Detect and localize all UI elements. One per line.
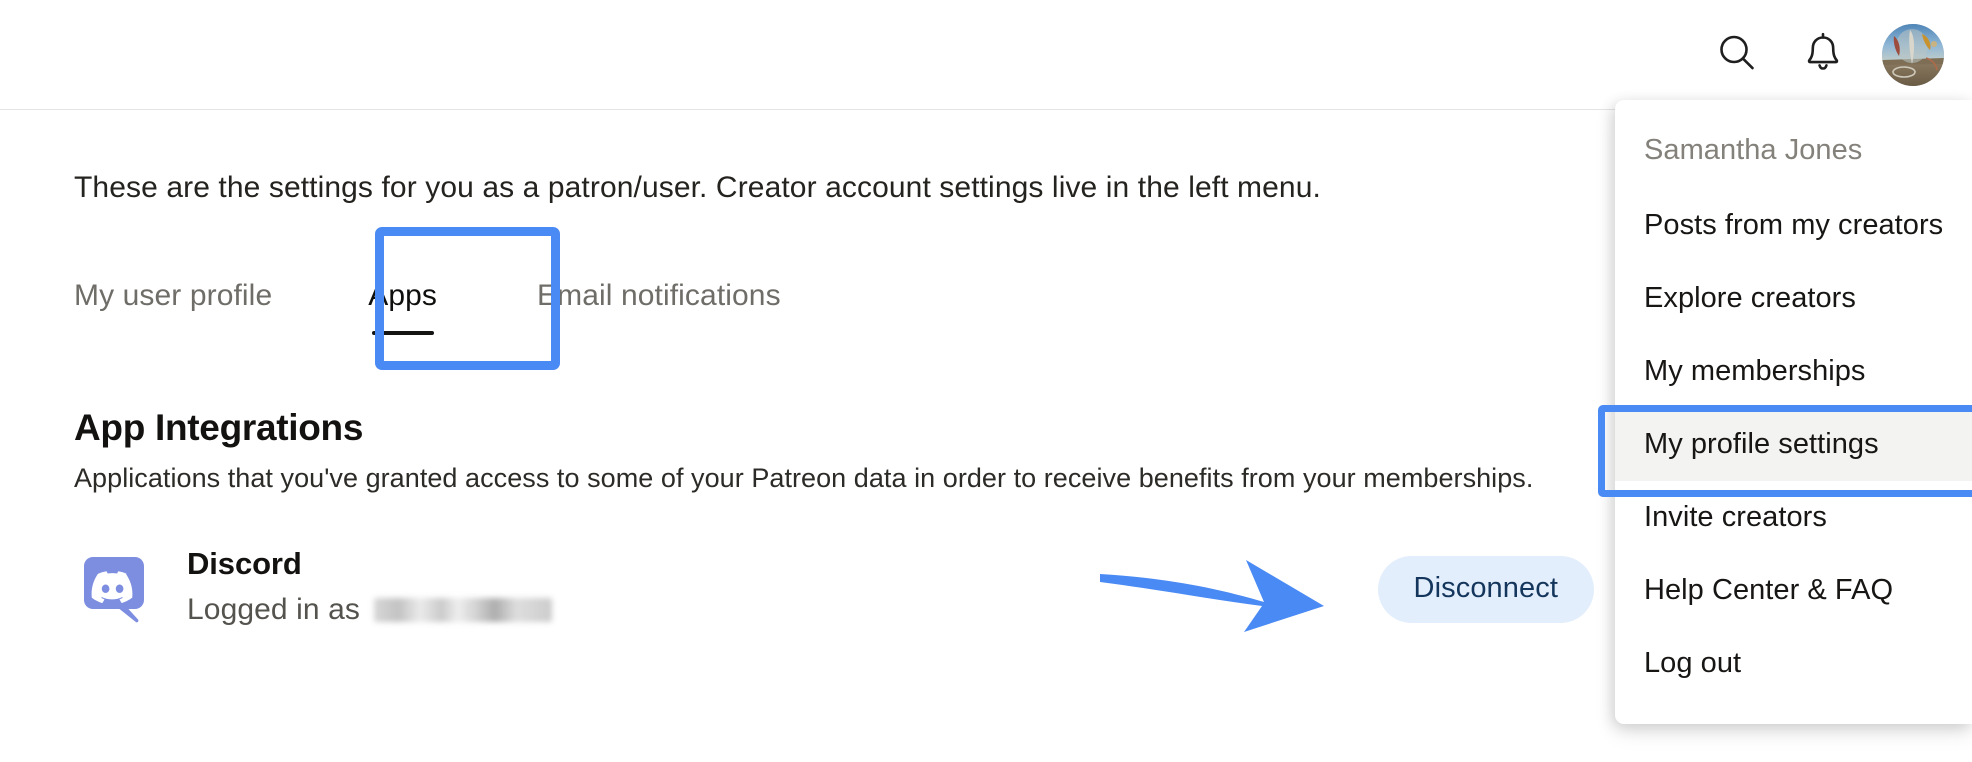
account-dropdown-menu: Samantha Jones Posts from my creators Ex… [1598, 100, 1972, 724]
menu-item-log-out[interactable]: Log out [1615, 627, 1972, 700]
avatar[interactable] [1882, 23, 1944, 86]
active-tab-indicator [371, 331, 434, 335]
tab-email-notifications[interactable]: Email notifications [537, 279, 781, 313]
menu-item-help-center-and-faq[interactable]: Help Center & FAQ [1615, 554, 1972, 627]
menu-item-posts-from-my-creators[interactable]: Posts from my creators [1615, 189, 1972, 262]
search-button[interactable] [1710, 28, 1764, 82]
tab-my-user-profile[interactable]: My user profile [74, 279, 272, 313]
menu-item-my-memberships[interactable]: My memberships [1615, 335, 1972, 408]
redacted-username [374, 598, 553, 622]
avatar-image [1882, 23, 1944, 86]
app-meta: Discord Logged in as [187, 544, 553, 627]
discord-icon [74, 548, 154, 628]
notifications-button[interactable] [1796, 28, 1850, 82]
app-name: Discord [187, 546, 302, 581]
dropdown-account-name: Samantha Jones [1644, 134, 1863, 166]
search-icon [1715, 31, 1759, 78]
disconnect-button[interactable]: Disconnect [1377, 556, 1594, 623]
topbar-actions [1710, 0, 1944, 109]
tab-apps-label: Apps [368, 279, 438, 312]
dropdown-highlighted-wrap: My profile settings [1598, 405, 1972, 497]
disconnect-button-wrap: Disconnect [1377, 556, 1594, 623]
page-root: These are the settings for you as a patr… [0, 0, 1972, 762]
app-login-status-prefix: Logged in as [187, 593, 361, 626]
menu-item-invite-creators[interactable]: Invite creators [1615, 481, 1972, 554]
menu-item-my-profile-settings[interactable]: My profile settings [1615, 408, 1972, 481]
tab-apps[interactable]: Apps [368, 279, 438, 335]
app-integration-row: Discord Logged in as Disconnect [74, 544, 1594, 628]
top-navigation-bar [0, 0, 1972, 110]
app-login-status: Logged in as [187, 593, 553, 627]
bell-icon [1802, 31, 1844, 78]
menu-item-explore-creators[interactable]: Explore creators [1615, 262, 1972, 335]
